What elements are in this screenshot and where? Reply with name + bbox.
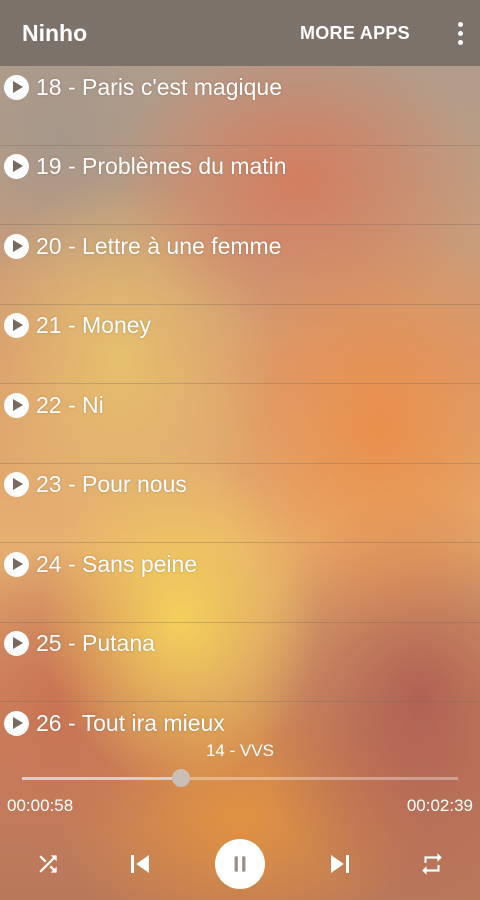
track-item[interactable]: 21 - Money [0, 305, 480, 384]
track-title: 23 - Pour nous [36, 471, 187, 497]
track-title: 19 - Problèmes du matin [36, 153, 287, 179]
play-circle-icon[interactable] [4, 472, 29, 497]
play-circle-icon[interactable] [4, 631, 29, 656]
play-circle-icon[interactable] [4, 154, 29, 179]
app-title: Ninho [22, 19, 88, 46]
track-title: 22 - Ni [36, 391, 104, 418]
track-title: 18 - Paris c'est magique [36, 73, 283, 100]
track-title: 20 - Lettre à une femme [36, 232, 282, 259]
more-apps-button[interactable]: MORE APPS [300, 23, 410, 44]
track-item[interactable]: 18 - Paris c'est magique [0, 66, 480, 146]
track-item[interactable]: 26 - Tout ira mieux [0, 702, 480, 746]
track-item[interactable]: 25 - Putana [0, 623, 480, 702]
track-item[interactable]: 19 - Problèmes du matin [0, 146, 480, 225]
seek-bar-thumb[interactable] [172, 769, 191, 787]
play-circle-icon[interactable] [4, 313, 29, 338]
track-title: 25 - Putana [36, 630, 155, 656]
now-playing-title: 14 - VVS [205, 741, 275, 760]
skip-previous-icon[interactable] [118, 836, 162, 892]
elapsed-time: 00:00:58 [7, 796, 74, 815]
track-title: 21 - Money [36, 312, 152, 338]
track-list: 18 - Paris c'est magique 19 - Problèmes … [0, 66, 480, 746]
play-circle-icon[interactable] [4, 710, 29, 736]
track-item[interactable]: 23 - Pour nous [0, 464, 480, 543]
app-bar: Ninho MORE APPS [0, 0, 480, 66]
track-title: 26 - Tout ira mieux [36, 709, 225, 736]
repeat-icon[interactable] [412, 836, 452, 892]
track-item[interactable]: 20 - Lettre à une femme [0, 225, 480, 305]
shuffle-icon[interactable] [28, 836, 68, 892]
play-circle-icon[interactable] [4, 392, 29, 418]
more-vert-icon[interactable] [440, 0, 480, 66]
play-circle-icon[interactable] [4, 551, 29, 577]
track-title: 24 - Sans peine [36, 550, 198, 577]
track-item[interactable]: 22 - Ni [0, 384, 480, 464]
seek-bar[interactable] [22, 769, 458, 787]
play-circle-icon[interactable] [4, 74, 29, 100]
total-time: 00:02:39 [406, 796, 473, 815]
pause-button[interactable] [215, 839, 265, 889]
play-circle-icon[interactable] [4, 233, 29, 259]
skip-next-icon[interactable] [318, 836, 362, 892]
seek-bar-progress [22, 777, 182, 780]
pause-icon [234, 856, 246, 872]
playback-controls [0, 836, 480, 892]
track-item[interactable]: 24 - Sans peine [0, 543, 480, 623]
